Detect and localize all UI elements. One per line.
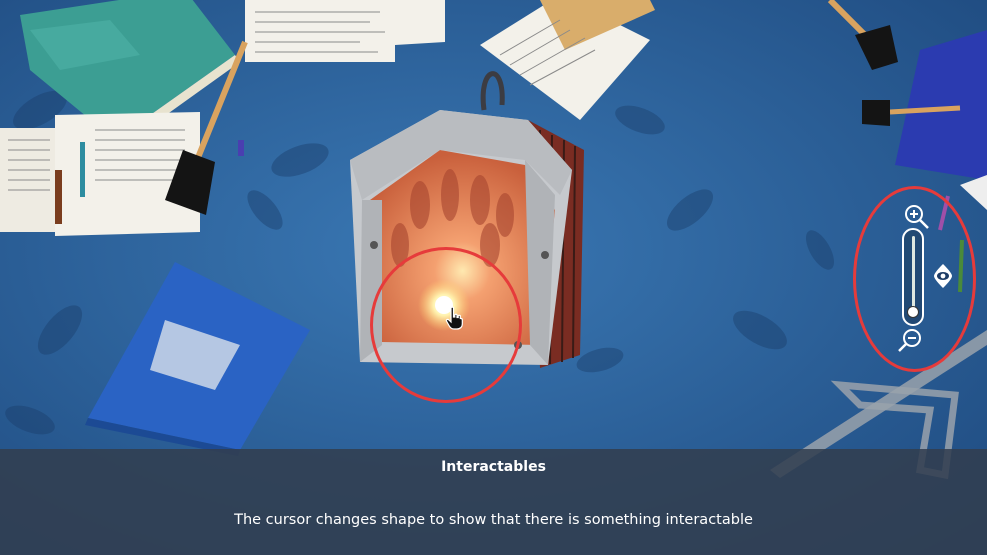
zoom-in-magnifier-icon[interactable] [904,204,930,230]
tutorial-description: The cursor changes shape to show that th… [234,512,753,528]
zoom-control [862,186,982,372]
zoom-slider-track[interactable] [902,228,924,326]
tutorial-overlay: Interactables The cursor changes shape t… [0,449,987,555]
tutorial-title: Interactables [441,459,546,475]
lantern-interactable-hotspot[interactable] [345,110,585,370]
zoom-out-magnifier-icon[interactable] [898,326,924,352]
paper-sheets-left [0,112,200,236]
zoom-slider-fill [912,236,915,309]
eye-icon[interactable] [932,262,954,290]
zoom-slider-handle[interactable] [907,306,919,319]
